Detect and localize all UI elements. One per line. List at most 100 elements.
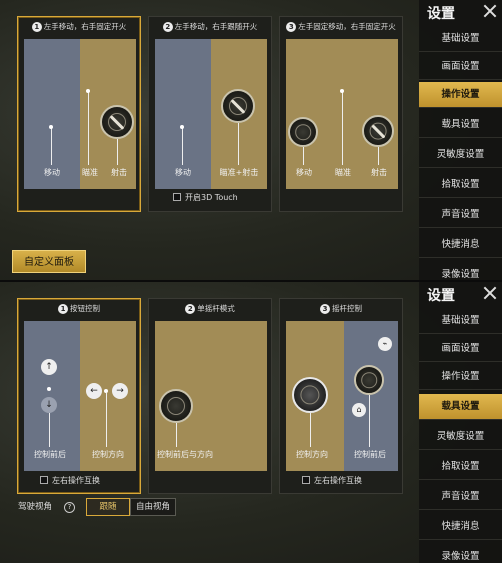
- menu-item-graphics[interactable]: 画面设置: [419, 336, 502, 362]
- checkbox-icon[interactable]: [302, 476, 310, 484]
- move-label: 移动: [175, 168, 191, 177]
- touch3d-toggle[interactable]: 开启3D Touch: [173, 192, 238, 203]
- card-title: 1 按钮控制: [18, 299, 140, 319]
- view-option-free[interactable]: 自由视角: [130, 498, 176, 516]
- card-title-text: 单摇杆模式: [197, 304, 235, 313]
- swap-hands-label: 左右操作互换: [314, 476, 362, 485]
- aim-indicator-dot: [340, 89, 344, 93]
- menu-item-quick-chat[interactable]: 快捷消息: [419, 232, 502, 258]
- card-title: 2 单摇杆模式: [149, 299, 271, 319]
- throttle-label: 控制前后: [354, 450, 386, 459]
- menu-item-basic[interactable]: 基础设置: [419, 26, 502, 52]
- option-number-badge: 3: [286, 22, 297, 32]
- card-title: 3 摇杆控制: [280, 299, 402, 319]
- layout-option-card-2[interactable]: 2 左手移动，右手跟随开火 移动 瞄准+射击 开启3D Touch: [148, 16, 272, 212]
- menu-item-sensitivity[interactable]: 灵敏度设置: [419, 142, 502, 168]
- menu-item-vehicle[interactable]: 载具设置: [419, 112, 502, 138]
- menu-item-pickup[interactable]: 拾取设置: [419, 172, 502, 198]
- throttle-indicator-line: [49, 413, 50, 447]
- settings-title: 设置: [427, 288, 455, 304]
- menu-item-basic[interactable]: 基础设置: [419, 308, 502, 334]
- vehicle-option-card-1[interactable]: 1 按钮控制 ↑ ↓ ← → 控制前后 控制方向 左右操作互换: [17, 298, 141, 494]
- aim-fire-label: 瞄准+射击: [219, 168, 259, 177]
- menu-item-vehicle[interactable]: 载具设置: [419, 394, 502, 420]
- close-icon[interactable]: [482, 285, 498, 301]
- swap-hands-toggle[interactable]: 左右操作互换: [40, 475, 100, 486]
- fire-indicator-line: [378, 147, 379, 165]
- card-title-text: 左手移动，右手跟随开火: [174, 22, 258, 31]
- joystick-icon: [159, 389, 193, 423]
- vehicle-option-card-2[interactable]: 2 单摇杆模式 控制前后与方向: [148, 298, 272, 494]
- move-indicator-line: [182, 127, 183, 165]
- settings-menu: 设置 基础设置 画面设置 操作设置 载具设置 灵敏度设置 拾取设置 声音设置 快…: [419, 0, 502, 281]
- aim-indicator-line: [342, 91, 343, 165]
- layout-option-card-1[interactable]: 1 左手移动，右手固定开火 移动 瞄准 射击: [17, 16, 141, 212]
- layout-option-card-3[interactable]: 3 左手固定移动，右手固定开火 移动 瞄准 射击: [279, 16, 403, 212]
- horn-icon: ⌁: [378, 337, 392, 351]
- move-label: 移动: [44, 168, 60, 177]
- arrow-left-icon: ←: [86, 383, 102, 399]
- settings-menu: 设置 基础设置 画面设置 操作设置 载具设置 灵敏度设置 拾取设置 声音设置 快…: [419, 282, 502, 563]
- steering-label: 控制方向: [296, 450, 328, 459]
- touch3d-label: 开启3D Touch: [185, 193, 238, 202]
- menu-item-audio[interactable]: 声音设置: [419, 202, 502, 228]
- aim-label: 瞄准: [82, 168, 98, 177]
- swap-hands-label: 左右操作互换: [52, 476, 100, 485]
- menu-item-replay[interactable]: 录像设置: [419, 544, 502, 563]
- menu-item-replay[interactable]: 录像设置: [419, 262, 502, 281]
- card-title: 2 左手移动，右手跟随开火: [149, 17, 271, 37]
- menu-item-graphics[interactable]: 画面设置: [419, 54, 502, 80]
- throttle-indicator-line: [369, 395, 370, 447]
- checkbox-icon[interactable]: [40, 476, 48, 484]
- joystick-indicator-line: [176, 423, 177, 447]
- menu-item-quick-chat[interactable]: 快捷消息: [419, 514, 502, 540]
- vehicle-control-panel: 1按钮控制 ↑ ↓ ← → 控制前后 控制方向 左右操作互换 2单摇杆模式: [5, 290, 415, 560]
- move-label: 移动: [296, 168, 312, 177]
- throttle-indicator-dot: [47, 387, 51, 391]
- swap-hands-toggle[interactable]: 左右操作互换: [302, 475, 362, 486]
- option-number-badge: 1: [31, 22, 42, 32]
- arrow-right-icon: →: [112, 383, 128, 399]
- move-indicator-line: [51, 127, 52, 165]
- aim-indicator-line: [88, 91, 89, 165]
- vehicle-option-card-3[interactable]: 3 摇杆控制 ⌁ ⌂ 控制方向 控制前后 左右操作互换: [279, 298, 403, 494]
- fire-button-icon: [100, 105, 134, 139]
- menu-item-controls[interactable]: 操作设置: [419, 364, 502, 390]
- settings-menu-header: 设置: [419, 0, 502, 24]
- card-title-text: 摇杆控制: [332, 304, 362, 313]
- close-icon[interactable]: [482, 3, 498, 19]
- option-number-badge: 1: [58, 304, 68, 314]
- fire-indicator-line: [117, 139, 118, 165]
- vehicle-settings-screen: 1按钮控制 ↑ ↓ ← → 控制前后 控制方向 左右操作互换 2单摇杆模式: [0, 282, 502, 563]
- steering-indicator-line: [106, 393, 107, 447]
- help-icon[interactable]: ?: [64, 502, 75, 513]
- option-number-badge: 2: [162, 22, 173, 32]
- settings-title: 设置: [427, 6, 455, 22]
- card-title: 3 左手固定移动，右手固定开火: [280, 17, 402, 37]
- card-title-text: 按钮控制: [70, 304, 100, 313]
- checkbox-icon[interactable]: [173, 193, 181, 201]
- throttle-steering-label: 控制前后与方向: [157, 450, 213, 459]
- fire-button-icon: [362, 115, 394, 147]
- card-title-text: 左手移动，右手固定开火: [43, 22, 127, 31]
- menu-item-pickup[interactable]: 拾取设置: [419, 454, 502, 480]
- aim-fire-indicator-line: [238, 123, 239, 165]
- speedometer-icon: [354, 365, 384, 395]
- move-joystick-icon: [288, 117, 318, 147]
- move-indicator-dot: [49, 125, 53, 129]
- steering-wheel-icon: [292, 377, 328, 413]
- view-option-follow[interactable]: 跟随: [86, 498, 130, 516]
- aim-label: 瞄准: [335, 168, 351, 177]
- menu-item-sensitivity[interactable]: 灵敏度设置: [419, 424, 502, 450]
- move-indicator-line: [303, 147, 304, 165]
- menu-item-audio[interactable]: 声音设置: [419, 484, 502, 510]
- control-layout-panel: 1 左手移动，右手固定开火 移动 瞄准 射击 2 左手移动，右手跟随开火 移动 …: [5, 8, 415, 278]
- card-title: 1 左手移动，右手固定开火: [18, 17, 140, 37]
- aim-fire-button-icon: [221, 89, 255, 123]
- menu-item-controls[interactable]: 操作设置: [419, 82, 502, 108]
- steering-label: 控制方向: [92, 450, 124, 459]
- custom-panel-button[interactable]: 自定义面板: [12, 250, 86, 273]
- option-number-badge: 3: [320, 304, 330, 314]
- settings-menu-header: 设置: [419, 282, 502, 306]
- seat-icon: ⌂: [352, 403, 366, 417]
